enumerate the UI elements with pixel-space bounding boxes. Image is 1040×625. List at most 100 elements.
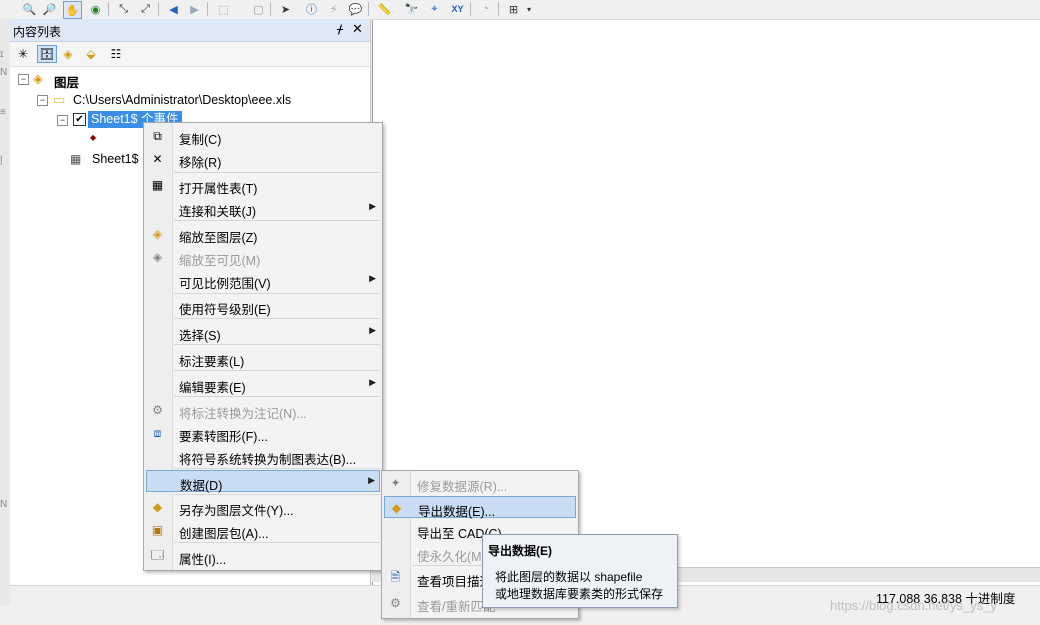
menu-separator [174, 220, 380, 221]
list-by-visibility-icon[interactable]: ◈ [59, 46, 77, 62]
find-route-icon[interactable]: ⌖ [426, 1, 443, 17]
clear-selection-icon[interactable]: ▢ [250, 1, 267, 17]
menu-item-label: 将符号系统转换为制图表达(B)... [179, 453, 357, 467]
menu-separator [174, 542, 380, 543]
menu-item-label: 要素转图形(F)... [179, 430, 268, 444]
main-toolbar: 🔍 🔎 ✋ ◉ ⤡ ⤢ ◀ ▶ ⬚ ▢ ➤ ⓘ ⚡ 💬 📏 🔭 ⌖ XY ◔ ⊞… [0, 0, 1040, 20]
list-by-source-icon[interactable]: 🗄 [37, 45, 57, 63]
background-window-fragment: N [0, 67, 8, 78]
menu-item-joins-relates[interactable]: 连接和关联(J) ▶ [146, 197, 380, 219]
toolbar-separator [207, 2, 208, 16]
html-popup-icon[interactable]: 💬 [347, 1, 364, 17]
table-icon: ▦ [151, 178, 164, 192]
menu-item-open-attribute-table[interactable]: ▦ 打开属性表(T) [146, 174, 380, 196]
item-description-icon: 🗎 [390, 569, 401, 584]
submenu-arrow-icon: ▶ [369, 201, 376, 211]
menu-item-label: 移除(R) [179, 156, 222, 170]
menu-item-zoom-to-visible[interactable]: ◈ 缩放至可见(M) [146, 246, 380, 268]
toggle-collapse-icon[interactable]: − [37, 95, 48, 106]
repair-source-icon: ✦ [390, 476, 401, 490]
toolbar-separator [368, 2, 369, 16]
menu-item-label: 属性(I)... [179, 553, 227, 567]
convert-labels-icon: ⚙ [152, 403, 163, 417]
layer-visibility-checkbox[interactable]: ✔ [73, 113, 86, 126]
menu-item-copy[interactable]: ⧉ 复制(C) [146, 125, 380, 148]
menu-item-symbol-levels[interactable]: 使用符号级别(E) [146, 295, 380, 317]
menu-item-export-data[interactable]: ◆ 导出数据(E)... [384, 496, 576, 519]
list-by-selection-icon[interactable]: ⬙ [82, 46, 100, 62]
time-slider-icon[interactable]: ◔ [477, 1, 494, 17]
toc-title-bar: 内容列表 ᚋ ✕ [10, 19, 370, 42]
pan-icon[interactable]: ✋ [63, 1, 82, 19]
fixed-zoom-in-icon[interactable]: ⤡ [115, 1, 132, 17]
layers-icon: ◈ [33, 71, 43, 86]
menu-item-label-features[interactable]: 标注要素(L) [146, 347, 380, 369]
toolbar-separator [498, 2, 499, 16]
toc-title: 内容列表 [13, 25, 62, 39]
copy-icon: ⧉ [153, 128, 162, 143]
zoom-out-icon[interactable]: 🔎 [41, 1, 58, 17]
back-icon[interactable]: ◀ [165, 1, 182, 17]
zoom-in-icon[interactable]: 🔍 [21, 1, 38, 17]
menu-item-selection[interactable]: 选择(S) ▶ [146, 321, 380, 343]
menu-item-convert-labels[interactable]: ⚙ 将标注转换为注记(N)... [146, 399, 380, 421]
menu-item-label: 标注要素(L) [179, 355, 245, 369]
submenu-arrow-icon: ▶ [369, 377, 376, 387]
layer-context-menu: ⧉ 复制(C) ✕ 移除(R) ▦ 打开属性表(T) 连接和关联(J) ▶ ◈ … [143, 122, 383, 571]
folder-icon: ▭ [53, 92, 66, 107]
remove-icon: ✕ [152, 152, 163, 166]
layer-file-icon: ◆ [152, 500, 163, 514]
forward-icon[interactable]: ▶ [186, 1, 203, 17]
toggle-collapse-icon[interactable]: − [18, 74, 29, 85]
measure-icon[interactable]: 📏 [376, 1, 393, 17]
options-icon[interactable]: ☷ [107, 46, 125, 62]
menu-item-remove[interactable]: ✕ 移除(R) [146, 148, 380, 170]
create-viewer-icon[interactable]: ⊞ [505, 1, 522, 17]
menu-separator [174, 293, 380, 294]
menu-separator [174, 468, 380, 469]
menu-item-label: 创建图层包(A)... [179, 527, 269, 541]
menu-item-label: 编辑要素(E) [179, 381, 246, 395]
layer-package-icon: ▣ [151, 523, 164, 537]
menu-item-repair-data-source[interactable]: ✦ 修复数据源(R)... [384, 472, 576, 494]
tooltip-description-line: 将此图层的数据以 shapefile [495, 570, 643, 584]
toggle-collapse-icon[interactable]: − [57, 115, 68, 126]
find-icon[interactable]: 🔭 [403, 1, 420, 17]
menu-item-label: 可见比例范围(V) [179, 277, 271, 291]
list-by-drawing-order-icon[interactable]: ✳ [14, 46, 32, 62]
identify-icon[interactable]: ⓘ [303, 1, 320, 17]
hyperlink-icon[interactable]: ⚡ [325, 1, 342, 17]
menu-item-convert-symbology[interactable]: 将符号系统转换为制图表达(B)... [146, 445, 380, 467]
go-to-xy-icon[interactable]: XY [449, 1, 466, 17]
tooltip-title: 导出数据(E) [488, 544, 552, 558]
menu-item-edit-features[interactable]: 编辑要素(E) ▶ [146, 373, 380, 395]
menu-item-features-to-graphics[interactable]: ⧈ 要素转图形(F)... [146, 422, 380, 445]
select-features-icon[interactable]: ⬚ [215, 1, 232, 17]
pin-icon[interactable]: ᚋ [337, 22, 343, 36]
tooltip-description-line: 或地理数据库要素类的形式保存 [495, 587, 664, 601]
menu-item-visible-scale-range[interactable]: 可见比例范围(V) ▶ [146, 269, 380, 291]
menu-item-create-layer-package[interactable]: ▣ 创建图层包(A)... [146, 519, 380, 541]
menu-item-data[interactable]: 数据(D) ▶ [146, 470, 380, 493]
menu-item-label: 导出数据(E)... [418, 505, 496, 519]
toolbar-separator [270, 2, 271, 16]
fixed-zoom-out-icon[interactable]: ⤢ [137, 1, 154, 17]
tree-root-label[interactable]: 图层 [54, 72, 79, 91]
close-icon[interactable]: ✕ [352, 21, 363, 37]
menu-item-label: 使永久化(M [417, 550, 482, 564]
menu-item-properties[interactable]: 🗔 属性(I)... [146, 545, 380, 568]
menu-item-zoom-to-layer[interactable]: ◈ 缩放至图层(Z) [146, 223, 380, 245]
menu-item-label: 选择(S) [179, 329, 221, 343]
point-symbol-icon: ◆ [90, 133, 97, 142]
watermark: https://blog.csdn.net/ys_ys_y [830, 598, 997, 613]
select-elements-icon[interactable]: ➤ [277, 1, 294, 17]
export-data-tooltip: 导出数据(E) 将此图层的数据以 shapefile 或地理数据库要素类的形式保… [482, 534, 678, 608]
toolbar-separator [108, 2, 109, 16]
export-data-icon: ◆ [391, 501, 402, 515]
submenu-arrow-icon: ▶ [369, 273, 376, 283]
tree-workspace-label[interactable]: C:\Users\Administrator\Desktop\eee.xls [73, 93, 291, 107]
menu-item-save-layer-file[interactable]: ◆ 另存为图层文件(Y)... [146, 496, 380, 518]
globe-icon[interactable]: ◉ [87, 1, 104, 17]
toolbar-dropdown-icon[interactable]: ▾ [524, 1, 534, 17]
tree-table-label[interactable]: Sheet1$ [92, 152, 139, 166]
